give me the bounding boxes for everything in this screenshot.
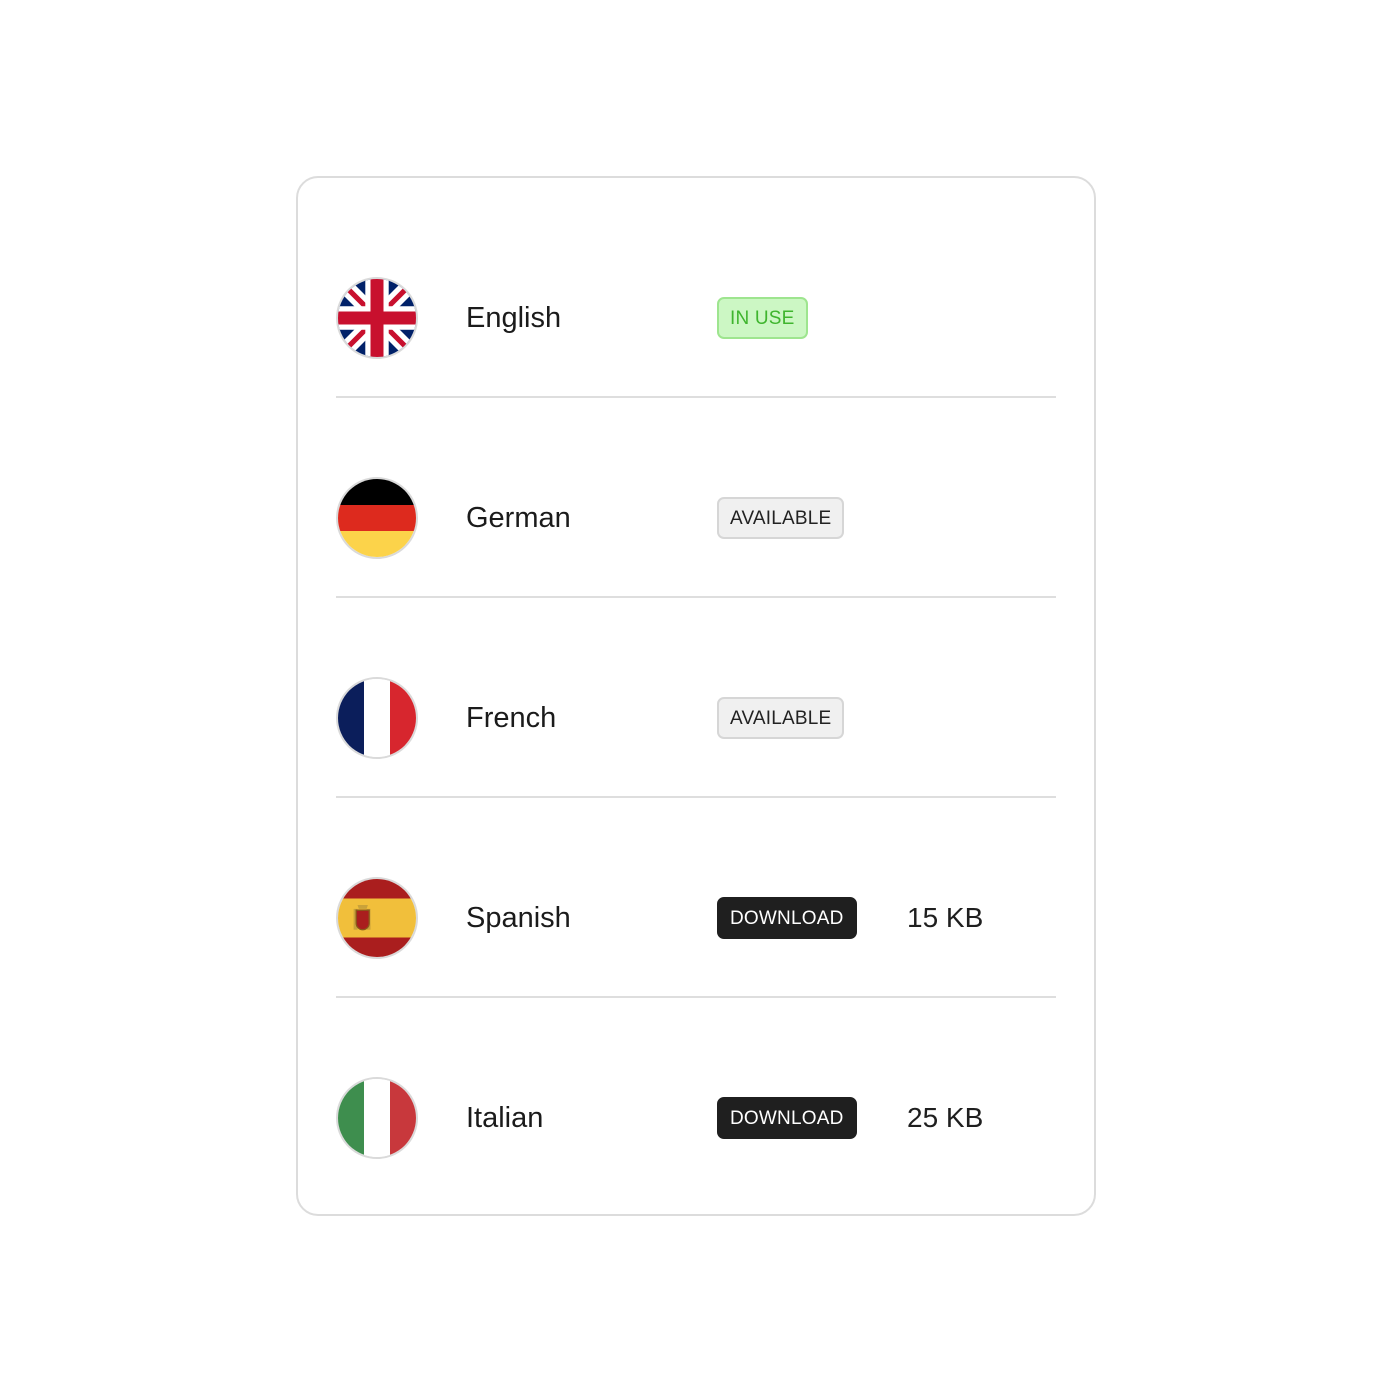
- germany-flag-icon: [336, 477, 418, 559]
- uk-flag-icon: [336, 277, 418, 359]
- language-name: English: [466, 302, 562, 334]
- language-name: Spanish: [466, 902, 571, 934]
- file-size: 25 KB: [907, 1102, 984, 1133]
- language-name: Italian: [466, 1102, 544, 1134]
- available-badge: AVAILABLE: [717, 697, 845, 739]
- spain-flag-icon: [336, 877, 418, 959]
- language-row-english: English IN USE: [336, 198, 1056, 398]
- language-name: German: [466, 502, 571, 534]
- italy-flag-icon: [336, 1077, 418, 1159]
- in-use-badge: IN USE: [717, 297, 808, 339]
- language-row-italian: Italian DOWNLOAD 25 KB: [336, 998, 1056, 1198]
- language-list-card: English IN USE German AVAILABLE French A…: [296, 176, 1096, 1216]
- france-flag-icon: [336, 677, 418, 759]
- language-name: French: [466, 702, 557, 734]
- download-button[interactable]: DOWNLOAD: [717, 897, 857, 939]
- download-button[interactable]: DOWNLOAD: [717, 1097, 857, 1139]
- language-list: English IN USE German AVAILABLE French A…: [336, 178, 1056, 1198]
- file-size: 15 KB: [907, 902, 984, 933]
- language-row-french: French AVAILABLE: [336, 598, 1056, 798]
- available-badge: AVAILABLE: [717, 497, 845, 539]
- language-row-german: German AVAILABLE: [336, 398, 1056, 598]
- language-row-spanish: Spanish DOWNLOAD 15 KB: [336, 798, 1056, 998]
